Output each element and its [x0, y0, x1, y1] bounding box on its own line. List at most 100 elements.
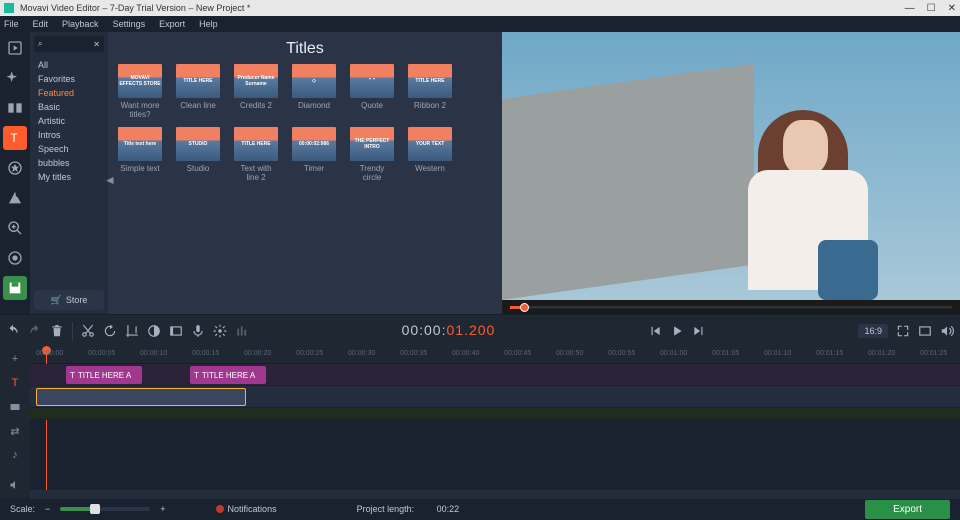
title-preset[interactable]: MOVAVI EFFECTS STOREWant more titles?	[118, 64, 162, 119]
color-button[interactable]	[147, 324, 161, 338]
title-preset[interactable]: STUDIOStudio	[176, 127, 220, 182]
crop-button[interactable]	[125, 324, 139, 338]
redo-button[interactable]	[28, 324, 42, 338]
add-track-button[interactable]: +	[6, 350, 24, 368]
video-clip[interactable]	[36, 388, 246, 406]
volume-button[interactable]	[940, 324, 954, 338]
audio-track[interactable]	[30, 490, 960, 500]
title-preset[interactable]: " "Quote	[350, 64, 394, 119]
store-button[interactable]: 🛒Store	[34, 290, 104, 310]
expand-button[interactable]	[896, 324, 910, 338]
transitions-tool[interactable]	[3, 96, 27, 120]
menu-file[interactable]: File	[4, 19, 19, 29]
filters-tool[interactable]	[3, 66, 27, 90]
audio-track-icon[interactable]: ♪	[6, 446, 24, 464]
project-length-label: Project length:	[357, 504, 415, 514]
fullscreen-button[interactable]	[918, 324, 932, 338]
category-favorites[interactable]: Favorites	[38, 72, 100, 86]
status-bar: Scale: − + Notifications Project length:…	[0, 498, 960, 520]
video-track[interactable]	[30, 386, 960, 408]
preview-video[interactable]	[502, 32, 960, 300]
menu-edit[interactable]: Edit	[33, 19, 49, 29]
title-preset[interactable]: YOUR TEXTWestern	[408, 127, 452, 182]
undo-button[interactable]	[6, 324, 20, 338]
prev-button[interactable]	[648, 324, 662, 338]
delete-button[interactable]	[50, 324, 64, 338]
title-clip[interactable]: TTITLE HERE A	[190, 366, 266, 384]
zoom-out-button[interactable]: −	[45, 504, 50, 514]
stickers-tool[interactable]	[3, 156, 27, 180]
maximize-button[interactable]: ☐	[927, 3, 936, 14]
window-title: Movavi Video Editor – 7-Day Trial Versio…	[20, 3, 250, 13]
cut-button[interactable]	[81, 324, 95, 338]
category-artistic[interactable]: Artistic	[38, 114, 100, 128]
clip-props-button[interactable]	[169, 324, 183, 338]
title-preset[interactable]: ◇Diamond	[292, 64, 336, 119]
preview-scrubber[interactable]	[502, 300, 960, 314]
timecode-display: 00:00:01.200	[402, 322, 496, 339]
menu-help[interactable]: Help	[199, 19, 218, 29]
close-icon[interactable]: ✕	[93, 40, 100, 49]
zoom-slider[interactable]	[60, 507, 150, 511]
title-gallery: ◄ Titles MOVAVI EFFECTS STOREWant more t…	[108, 32, 502, 314]
titles-tool[interactable]: T	[3, 126, 27, 150]
shapes-tool[interactable]	[3, 186, 27, 210]
category-intros[interactable]: Intros	[38, 128, 100, 142]
save-tool[interactable]	[3, 276, 27, 300]
rotate-button[interactable]	[103, 324, 117, 338]
menu-settings[interactable]: Settings	[113, 19, 146, 29]
category-basic[interactable]: Basic	[38, 100, 100, 114]
search-input[interactable]: ⌕✕	[34, 36, 104, 52]
equalizer-button[interactable]	[235, 324, 249, 338]
close-button[interactable]: ✕	[948, 3, 956, 14]
category-sidebar: ⌕✕ AllFavoritesFeaturedBasicArtisticIntr…	[30, 32, 108, 314]
title-preset[interactable]: Title text hereSimple text	[118, 127, 162, 182]
notifications-button[interactable]: Notifications	[216, 504, 277, 514]
menu-playback[interactable]: Playback	[62, 19, 99, 29]
play-button[interactable]	[670, 324, 684, 338]
mute-track-icon[interactable]	[6, 476, 24, 494]
title-preset[interactable]: TITLE HEREClean line	[176, 64, 220, 119]
link-track[interactable]	[30, 408, 960, 420]
link-track-icon[interactable]: ⇄	[6, 422, 24, 440]
category-my-titles[interactable]: My titles	[38, 170, 100, 184]
category-featured[interactable]: Featured	[38, 86, 100, 100]
gallery-heading: Titles	[118, 40, 492, 58]
ruler-tick: 00:00:40	[452, 350, 479, 357]
cart-icon: 🛒	[51, 295, 62, 306]
category-all[interactable]: All	[38, 58, 100, 72]
ruler-tick: 00:01:05	[712, 350, 739, 357]
scale-label: Scale:	[10, 504, 35, 514]
category-speech-bubbles[interactable]: Speech bubbles	[38, 142, 100, 170]
title-clip[interactable]: TTITLE HERE A	[66, 366, 142, 384]
media-tool[interactable]	[3, 36, 27, 60]
menu-bar: File Edit Playback Settings Export Help	[0, 16, 960, 32]
ruler-tick: 00:00:35	[400, 350, 427, 357]
title-track[interactable]: TTITLE HERE A TTITLE HERE A	[30, 364, 960, 386]
video-track-icon[interactable]	[6, 398, 24, 416]
zoom-tool[interactable]	[3, 216, 27, 240]
title-preset[interactable]: TITLE HEREText with line 2	[234, 127, 278, 182]
title-preset[interactable]: 00:00:02:986Timer	[292, 127, 336, 182]
mic-button[interactable]	[191, 324, 205, 338]
aspect-ratio[interactable]: 16:9	[858, 324, 888, 338]
settings-button[interactable]	[213, 324, 227, 338]
record-tool[interactable]	[3, 246, 27, 270]
minimize-button[interactable]: —	[905, 3, 915, 14]
title-preset[interactable]: TITLE HERERibbon 2	[408, 64, 452, 119]
title-preset[interactable]: THE PERFECT INTROTrendy circle	[350, 127, 394, 182]
export-button[interactable]: Export	[865, 500, 950, 519]
title-preset[interactable]: Producer Name SurnameCredits 2	[234, 64, 278, 119]
ruler-tick: 00:00:15	[192, 350, 219, 357]
empty-track-area[interactable]	[30, 420, 960, 490]
next-button[interactable]	[692, 324, 706, 338]
time-ruler[interactable]: 00:00:0000:00:0500:00:1000:00:1500:00:20…	[30, 346, 960, 364]
zoom-in-button[interactable]: +	[160, 504, 165, 514]
titles-track-icon[interactable]: T	[6, 374, 24, 392]
edit-toolbar: 00:00:01.200 16:9	[0, 314, 960, 346]
ruler-tick: 00:00:05	[88, 350, 115, 357]
menu-export[interactable]: Export	[159, 19, 185, 29]
notification-dot-icon	[216, 505, 224, 513]
timeline-panel: + T ⇄ ♪ 00:00:0000:00:0500:00:1000:00:15…	[0, 346, 960, 498]
collapse-arrow[interactable]: ◄	[104, 173, 116, 187]
